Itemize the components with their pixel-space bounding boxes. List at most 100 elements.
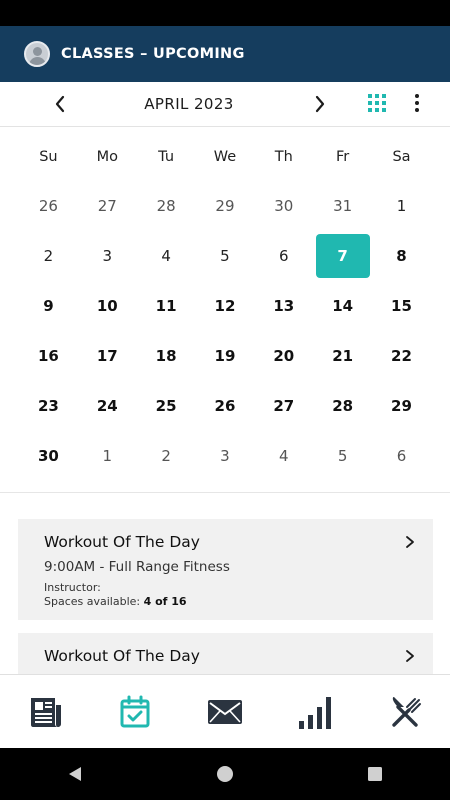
chevron-right-icon [315, 95, 325, 113]
calendar-day[interactable]: 2 [19, 231, 78, 281]
calendar-days: 26 27 28 29 30 31 1 2 3 4 5 6 7 8 9 10 11 12 13 14 15 16 17 18 1… [19, 181, 431, 481]
calendar-day[interactable]: 28 [137, 181, 196, 231]
calendar-day-number: 2 [43, 247, 54, 265]
calendar-day[interactable]: 18 [137, 331, 196, 381]
nav-nutrition[interactable] [375, 682, 435, 742]
calendar-day[interactable]: 10 [78, 281, 137, 331]
system-home-button[interactable] [205, 754, 245, 794]
calendar-day[interactable]: 26 [19, 181, 78, 231]
avatar[interactable] [24, 41, 50, 67]
calendar-day-number: 1 [102, 447, 113, 465]
calendar-day[interactable]: 4 [254, 431, 313, 481]
calendar-day-number: 7 [315, 234, 370, 278]
calendar-day-number: 4 [161, 247, 171, 265]
nav-news[interactable] [15, 682, 75, 742]
calendar-day-number: 5 [337, 447, 348, 465]
calendar: Su Mo Tu We Th Fr Sa 26 27 28 29 30 31 1 2 3 4 5 6 7… [19, 133, 431, 481]
page-title: CLASSES – UPCOMING [61, 46, 245, 62]
calendar-day[interactable]: 2 [137, 431, 196, 481]
weekday-label: Su [39, 149, 58, 165]
calendar-day-number: 2 [161, 447, 171, 465]
calendar-day[interactable]: 27 [254, 381, 313, 431]
nav-messages[interactable] [195, 682, 255, 742]
calendar-day-number: 1 [396, 197, 407, 215]
fork-knife-icon [392, 696, 421, 727]
calendar-day[interactable]: 26 [196, 381, 255, 431]
calendar-day-number: 13 [273, 297, 295, 315]
calendar-day-number: 28 [156, 197, 176, 215]
nav-calendar[interactable] [105, 682, 165, 742]
calendar-day[interactable]: 6 [254, 231, 313, 281]
calendar-day[interactable]: 1 [78, 431, 137, 481]
bar-chart-icon [299, 696, 331, 729]
calendar-day[interactable]: 16 [19, 331, 78, 381]
calendar-day[interactable]: 6 [372, 431, 431, 481]
weekday-label: Tu [158, 149, 175, 165]
calendar-day[interactable]: 17 [78, 331, 137, 381]
calendar-day-number: 27 [273, 397, 295, 415]
more-vert-icon[interactable] [406, 92, 428, 114]
calendar-day[interactable]: 8 [372, 231, 431, 281]
spaces-row: Spaces available: 4 of 16 [44, 595, 407, 609]
calendar-day[interactable]: 4 [137, 231, 196, 281]
calendar-day[interactable]: 29 [372, 381, 431, 431]
calendar-day[interactable]: 12 [196, 281, 255, 331]
calendar-day-number: 25 [155, 397, 177, 415]
calendar-day-number: 21 [332, 347, 354, 365]
system-recents-button[interactable] [355, 754, 395, 794]
calendar-day[interactable]: 5 [196, 231, 255, 281]
grid-view-icon[interactable] [366, 92, 388, 114]
weekday-label: Fr [336, 149, 350, 165]
calendar-day-number: 30 [37, 447, 59, 465]
calendar-day-number: 9 [43, 297, 54, 315]
calendar-day-number: 18 [155, 347, 177, 365]
news-icon [31, 697, 61, 727]
calendar-day[interactable]: 20 [254, 331, 313, 381]
next-month-button[interactable] [308, 92, 332, 116]
calendar-day[interactable]: 25 [137, 381, 196, 431]
calendar-day-number: 12 [214, 297, 236, 315]
calendar-day[interactable]: 11 [137, 281, 196, 331]
calendar-day-number: 19 [214, 347, 236, 365]
calendar-day[interactable]: 14 [313, 281, 372, 331]
calendar-day[interactable]: 27 [78, 181, 137, 231]
chevron-right-icon [406, 536, 414, 548]
nav-stats[interactable] [285, 682, 345, 742]
calendar-day[interactable]: 15 [372, 281, 431, 331]
class-card[interactable]: Workout Of The Day [18, 633, 433, 674]
calendar-day[interactable]: 3 [196, 431, 255, 481]
weekday-label: Sa [392, 149, 411, 165]
calendar-day-number: 5 [220, 247, 230, 265]
calendar-day-number: 17 [96, 347, 118, 365]
calendar-day[interactable]: 30 [254, 181, 313, 231]
calendar-day[interactable]: 29 [196, 181, 255, 231]
calendar-day[interactable]: 19 [196, 331, 255, 381]
calendar-day[interactable]: 24 [78, 381, 137, 431]
calendar-day-number: 27 [97, 197, 117, 215]
calendar-day[interactable]: 30 [19, 431, 78, 481]
home-circle-icon [217, 766, 233, 782]
calendar-day-number: 16 [37, 347, 59, 365]
calendar-day-number: 3 [102, 247, 113, 265]
calendar-day[interactable]: 1 [372, 181, 431, 231]
calendar-day[interactable]: 21 [313, 331, 372, 381]
calendar-day-number: 30 [274, 197, 294, 215]
calendar-day-number: 6 [279, 247, 289, 265]
calendar-day[interactable]: 3 [78, 231, 137, 281]
calendar-day[interactable]: 9 [19, 281, 78, 331]
bottom-navigation [0, 674, 450, 748]
class-title: Workout Of The Day [44, 533, 200, 551]
calendar-day-number: 22 [391, 347, 412, 365]
calendar-day-number: 26 [214, 397, 236, 415]
class-card[interactable]: Workout Of The Day 9:00AM - Full Range F… [18, 519, 433, 620]
calendar-day[interactable]: 23 [19, 381, 78, 431]
calendar-day-number: 29 [215, 197, 235, 215]
calendar-day[interactable]: 13 [254, 281, 313, 331]
system-back-button[interactable] [55, 754, 95, 794]
calendar-day[interactable]: 22 [372, 331, 431, 381]
calendar-day[interactable]: 31 [313, 181, 372, 231]
calendar-day[interactable]: 5 [313, 431, 372, 481]
calendar-day[interactable]: 28 [313, 381, 372, 431]
calendar-day-selected[interactable]: 7 [313, 231, 372, 281]
calendar-week-row: 16 17 18 19 20 21 22 [19, 331, 431, 381]
